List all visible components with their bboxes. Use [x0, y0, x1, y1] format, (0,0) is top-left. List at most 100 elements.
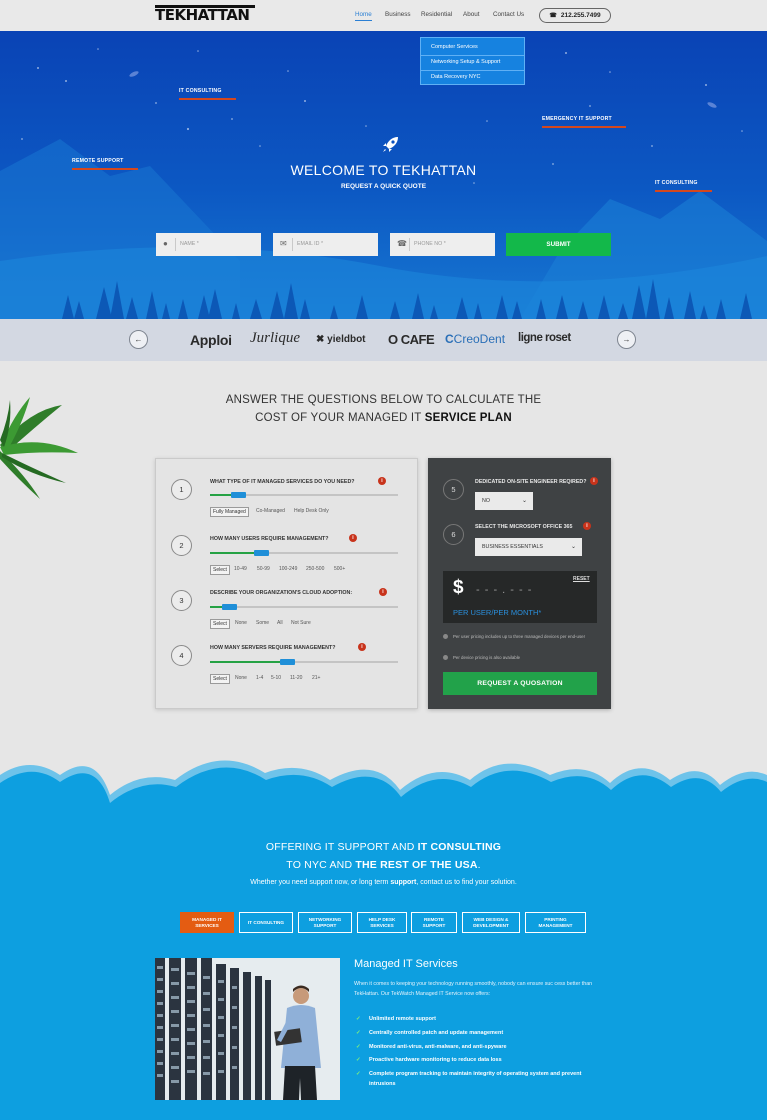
- checkmark-icon: ✓: [356, 1057, 361, 1063]
- residential-dropdown-menu: Computer Services Networking Setup & Sup…: [420, 37, 525, 85]
- option-10-49[interactable]: 10-49: [234, 566, 247, 572]
- info-icon[interactable]: i: [349, 534, 357, 542]
- option-co-managed[interactable]: Co-Managed: [256, 508, 285, 514]
- request-quotation-button[interactable]: REQUEST A QUOSATION: [443, 672, 597, 695]
- nav-residential[interactable]: Residential: [421, 11, 452, 18]
- option-some[interactable]: Some: [256, 620, 269, 626]
- slider-fill: [210, 661, 288, 663]
- user-icon: ●: [163, 239, 168, 248]
- option-select[interactable]: Select: [210, 619, 230, 629]
- next-arrow-button[interactable]: →: [617, 330, 636, 349]
- hero-subtitle: REQUEST A QUICK QUOTE: [340, 183, 427, 190]
- question-3-slider-thumb[interactable]: [221, 604, 237, 610]
- question-2-slider-track[interactable]: [210, 552, 398, 554]
- dropdown-item-data-recovery[interactable]: Data Recovery NYC: [431, 74, 481, 80]
- option-select[interactable]: Select: [210, 674, 230, 684]
- chevron-down-icon: ⌄: [521, 498, 527, 504]
- step-5-circle: 5: [443, 479, 464, 500]
- office365-value: BUSINESS ESSENTIALS: [482, 544, 543, 550]
- question-6-label: SELECT THE MICROSOFT OFFICE 365: [475, 524, 573, 530]
- envelope-icon: ✉: [280, 239, 287, 248]
- question-2-slider-thumb[interactable]: [253, 550, 269, 556]
- hero-tag-it-consulting[interactable]: IT CONSULTING: [179, 88, 236, 100]
- question-2-label: HOW MANY USERS REQUIRE MANAGEMENT?: [210, 536, 329, 542]
- option-none[interactable]: None: [235, 620, 247, 626]
- engineer-required-select[interactable]: NO ⌄: [475, 492, 533, 510]
- question-3-slider-track[interactable]: [210, 606, 398, 608]
- info-icon[interactable]: i: [358, 643, 366, 651]
- reset-link[interactable]: RESET: [573, 576, 590, 582]
- dropdown-item-computer-services[interactable]: Computer Services: [431, 44, 478, 50]
- option-5-10[interactable]: 5-10: [271, 675, 281, 681]
- checkmark-icon: ✓: [356, 1030, 361, 1036]
- feature-list-item: ✓ Proactive hardware monitoring to reduce…: [356, 1057, 502, 1063]
- hero-title: WELCOME TO TEKHATTAN: [290, 162, 477, 178]
- tab-printing-management[interactable]: PRINTING MANAGEMENT: [525, 912, 586, 933]
- bullet-dot-icon: [443, 634, 448, 640]
- option-none[interactable]: None: [235, 675, 247, 681]
- info-icon[interactable]: i: [583, 522, 591, 530]
- question-4-label: HOW MANY SERVERS REQUIRE MANAGEMENT?: [210, 645, 336, 651]
- name-field[interactable]: ● NAME *: [156, 233, 261, 256]
- nav-contact[interactable]: Contact Us: [493, 11, 524, 18]
- phone-icon: ☎: [397, 239, 407, 248]
- question-4-slider-thumb[interactable]: [280, 659, 296, 665]
- option-select[interactable]: Select: [210, 565, 230, 575]
- option-help-desk-only[interactable]: Help Desk Only: [294, 508, 329, 514]
- option-not-sure[interactable]: Not Sure: [291, 620, 311, 626]
- tab-managed-it-services[interactable]: MANAGED IT SERVICES: [180, 912, 234, 933]
- question-4-slider-track[interactable]: [210, 661, 398, 663]
- dropdown-item-networking[interactable]: Networking Setup & Support: [431, 59, 500, 65]
- option-all[interactable]: All: [277, 620, 283, 626]
- tab-help-desk-services[interactable]: HELP DESK SERVICES: [357, 912, 407, 933]
- bullet-dot-icon: [443, 655, 448, 661]
- client-logos-strip: ← Apploi Jurlique ✖ yieldbot O CAFE CCre…: [0, 319, 767, 361]
- client-logo-jurlique: Jurlique: [250, 330, 300, 346]
- rocket-icon: [383, 137, 398, 152]
- phone-number: 212.255.7499: [560, 12, 601, 19]
- email-field[interactable]: ✉ EMAIL ID *: [273, 233, 378, 256]
- nav-about[interactable]: About: [463, 11, 479, 18]
- tab-networking-support[interactable]: NETWORKING SUPPORT: [298, 912, 352, 933]
- client-logo-yieldbot: ✖ yieldbot: [316, 334, 366, 345]
- phone-button[interactable]: ☎ 212.255.7499: [539, 8, 611, 23]
- question-5-label: DEDICATED ON-SITE ENGINEER REQIRED?: [475, 479, 587, 485]
- hero-tag-emergency-support[interactable]: EMERGENCY IT SUPPORT: [542, 116, 626, 128]
- feature-list-item: ✓ Complete program tracking to maintain i…: [356, 1071, 582, 1087]
- option-500-plus[interactable]: 500+: [334, 566, 345, 572]
- phone-icon: ☎: [549, 13, 557, 19]
- tab-it-consulting[interactable]: IT CONSULTING: [239, 912, 293, 933]
- top-navbar: TEKHATTAN Home Business Residential Abou…: [0, 0, 767, 31]
- option-100-249[interactable]: 100-249: [279, 566, 297, 572]
- tab-web-design[interactable]: WEB DESIGN & DEVELOPMENT: [462, 912, 520, 933]
- option-fully-managed[interactable]: Fully Managed: [210, 507, 249, 517]
- offer-heading-line1: OFFERING IT SUPPORT AND IT CONSULTING: [265, 841, 502, 853]
- currency-symbol: $: [453, 577, 464, 598]
- question-1-label: WHAT TYPE OF IT MANAGED SERVICES DO YOU …: [210, 479, 355, 485]
- nav-business[interactable]: Business: [385, 11, 411, 18]
- offer-subheading: Whether you need support now, or long te…: [250, 879, 517, 886]
- info-icon[interactable]: i: [590, 477, 598, 485]
- pricing-note-2: Per device pricing is also available: [443, 654, 603, 661]
- logo[interactable]: TEKHATTAN: [155, 5, 255, 24]
- option-21-plus[interactable]: 21+: [312, 675, 320, 681]
- prev-arrow-button[interactable]: ←: [129, 330, 148, 349]
- option-1-4[interactable]: 1-4: [256, 675, 263, 681]
- question-3-label: DESCRIBE YOUR ORGANIZATION'S CLOUD ADOPT…: [210, 590, 353, 596]
- info-icon[interactable]: i: [378, 477, 386, 485]
- tab-remote-support[interactable]: REMOTE SUPPORT: [411, 912, 457, 933]
- submit-button[interactable]: SUBMIT: [506, 233, 611, 256]
- nav-home[interactable]: Home: [355, 11, 372, 21]
- option-11-20[interactable]: 11-20: [290, 675, 302, 681]
- phone-field[interactable]: ☎ PHONE NO *: [390, 233, 495, 256]
- office365-select[interactable]: BUSINESS ESSENTIALS ⌄: [475, 538, 582, 556]
- calculator-title-line2: COST OF YOUR MANAGED IT SERVICE PLAN: [255, 412, 512, 424]
- managed-it-services-description: When it comes to keeping your technology…: [354, 981, 593, 997]
- option-250-500[interactable]: 250-500: [306, 566, 324, 572]
- checkmark-icon: ✓: [356, 1044, 361, 1050]
- yieldbot-mark-icon: ✖: [316, 334, 325, 345]
- feature-list-item: ✓ Centrally controlled patch and update m…: [356, 1030, 504, 1036]
- option-50-99[interactable]: 50-99: [257, 566, 270, 572]
- question-1-slider-thumb[interactable]: [231, 492, 247, 498]
- info-icon[interactable]: i: [379, 588, 387, 596]
